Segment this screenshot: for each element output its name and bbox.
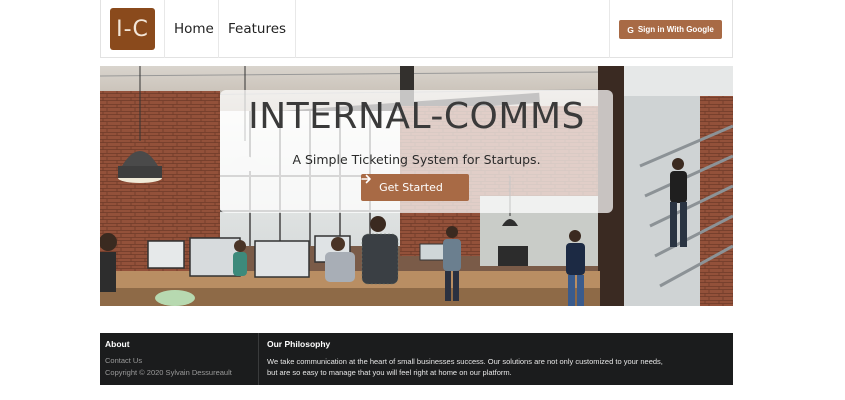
hero-banner: INTERNAL-COMMS A Simple Ticketing System… [100, 66, 733, 306]
footer-about-column: About Contact Us Copyright © 2020 Sylvai… [100, 333, 259, 385]
sign-in-google-button[interactable]: G Sign in With Google [619, 20, 722, 39]
footer-philosophy-text: We take communication at the heart of sm… [267, 357, 663, 377]
logo[interactable]: I-C [110, 8, 155, 50]
hero-title: INTERNAL-COMMS [248, 96, 585, 137]
get-started-button[interactable]: Get Started [361, 174, 469, 201]
hero-subtitle: A Simple Ticketing System for Startups. [292, 152, 541, 167]
copyright-text: Copyright © 2020 Sylvain Dessureault [105, 368, 232, 377]
contact-us-link[interactable]: Contact Us [105, 356, 142, 365]
sign-in-label: Sign in With Google [637, 25, 714, 34]
hero-overlay: INTERNAL-COMMS A Simple Ticketing System… [220, 90, 613, 213]
footer-philosophy-heading: Our Philosophy [267, 339, 331, 349]
footer: About Contact Us Copyright © 2020 Sylvai… [100, 333, 733, 385]
get-started-label: Get Started [379, 181, 443, 194]
nav-home[interactable]: Home [164, 0, 223, 58]
navbar: I-C Home Features G Sign in With Google [100, 0, 733, 58]
google-icon: G [627, 24, 634, 35]
nav-divider [609, 0, 610, 58]
logo-text: I-C [116, 16, 149, 42]
nav-features[interactable]: Features [218, 0, 297, 58]
footer-about-heading: About [105, 339, 130, 349]
